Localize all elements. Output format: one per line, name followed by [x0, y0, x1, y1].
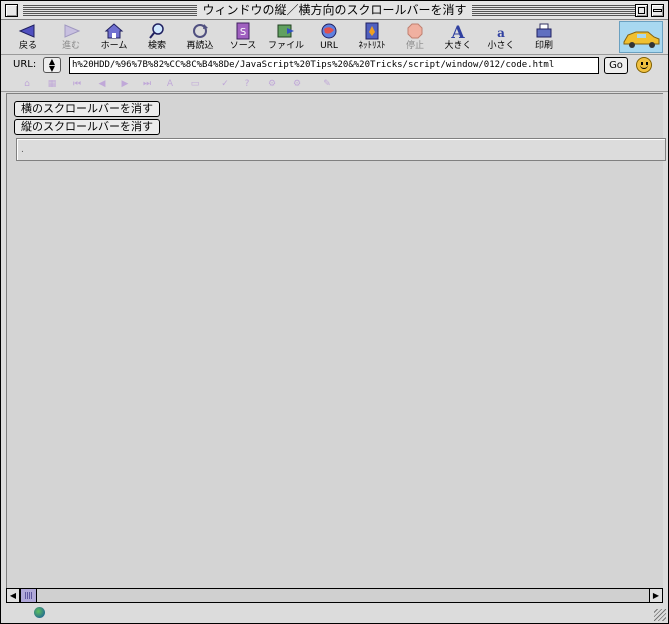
toolbar-label: ファイル — [267, 41, 304, 51]
title-bar[interactable]: ウィンドウの縦／横方向のスクロールバーを消す — [1, 1, 668, 20]
netlist-button[interactable]: ﾈｯﾄﾘｽﾄ — [352, 22, 392, 54]
fast-forward-small-icon[interactable]: ⏭ — [141, 79, 153, 89]
car-logo-icon — [623, 31, 660, 48]
svg-text:A: A — [450, 23, 465, 40]
reload-button[interactable]: 再読込 — [180, 22, 220, 54]
toolbar-label: URL — [320, 41, 338, 51]
reload-icon — [193, 24, 208, 38]
toolbar-label: ホーム — [100, 41, 128, 51]
window-title: ウィンドウの縦／横方向のスクロールバーを消す — [197, 3, 472, 17]
forward-small-icon[interactable]: ▶ — [119, 79, 131, 89]
home-small-icon[interactable]: ⌂ — [21, 79, 33, 89]
svg-text:S: S — [240, 27, 246, 38]
netlist-icon — [365, 22, 379, 40]
url-label: URL: — [13, 59, 37, 70]
home-icon — [104, 23, 124, 39]
smiley-icon[interactable] — [636, 57, 652, 73]
print-button[interactable]: 印刷 — [524, 22, 564, 54]
gear-small-icon[interactable]: ⚙ — [266, 79, 278, 89]
toolbar-label: ﾈｯﾄﾘｽﾄ — [358, 41, 386, 51]
larger-text-button[interactable]: A 大きく — [438, 22, 478, 54]
horizontal-scrollbar[interactable]: ◀ ▶ — [6, 588, 663, 603]
toolbar-label: 検索 — [147, 41, 166, 51]
hide-vertical-scrollbar-button[interactable]: 縦のスクロールバーを消す — [14, 119, 160, 135]
file-button[interactable]: ファイル — [266, 22, 306, 54]
back-button[interactable]: 戻る — [8, 22, 48, 54]
print-icon — [536, 23, 552, 38]
globe-icon — [34, 607, 45, 618]
check-small-icon[interactable]: ✓ — [219, 79, 231, 89]
scroll-right-arrow-icon[interactable]: ▶ — [649, 589, 662, 602]
toolbar-label: 戻る — [18, 41, 37, 51]
larger-text-icon: A — [450, 23, 465, 40]
hide-horizontal-scrollbar-button[interactable]: 横のスクロールバーを消す — [14, 101, 160, 117]
home-button[interactable]: ホーム — [94, 22, 134, 54]
scroll-left-arrow-icon[interactable]: ◀ — [7, 589, 20, 602]
source-icon: S — [236, 22, 250, 40]
tab-small-icon[interactable]: ▭ — [189, 79, 201, 89]
file-icon — [277, 24, 294, 38]
url-input[interactable]: h%20HDD/%96%7B%82%CC%8C%B4%8De/JavaScrip… — [69, 57, 599, 74]
help-small-icon[interactable]: ? — [241, 79, 253, 89]
search-button[interactable]: 検索 — [137, 22, 177, 54]
svg-text:a: a — [497, 26, 505, 40]
toolbar-label: 再読込 — [186, 41, 214, 51]
toolbar-label: 大きく — [444, 41, 472, 51]
source-button[interactable]: S ソース — [223, 22, 263, 54]
text-small-icon[interactable]: A — [164, 79, 176, 89]
smaller-text-icon: a — [497, 26, 505, 40]
page-textarea[interactable]: . — [16, 138, 666, 161]
secondary-toolbar: ⌂ ▦ ⏮ ◀ ▶ ⏭ A ▭ ✓ ? ⚙ ⚙ ✎ — [1, 76, 668, 92]
status-bar — [1, 604, 668, 623]
scroll-thumb[interactable] — [20, 589, 37, 602]
url-icon — [321, 23, 337, 39]
collapse-box-icon[interactable] — [651, 4, 664, 17]
grid-small-icon[interactable]: ▦ — [46, 79, 58, 89]
rewind-small-icon[interactable]: ⏮ — [71, 79, 83, 89]
toolbar-label: 印刷 — [534, 41, 553, 51]
browser-window: ウィンドウの縦／横方向のスクロールバーを消す 戻る 進む ホーム 検索 再読込 … — [0, 0, 669, 624]
url-button[interactable]: URL — [309, 22, 349, 54]
stop-button[interactable]: 停止 — [395, 22, 435, 54]
toolbar-label: 小さく — [487, 41, 515, 51]
search-icon — [149, 23, 164, 39]
pen-small-icon[interactable]: ✎ — [321, 79, 333, 89]
go-button[interactable]: Go — [604, 57, 628, 74]
zoom-box-icon[interactable] — [635, 4, 648, 17]
forward-button[interactable]: 進む — [51, 22, 91, 54]
stop-icon — [407, 23, 423, 39]
main-toolbar: 戻る 進む ホーム 検索 再読込 S ソース ファイル URL ﾈｯﾄﾘｽﾄ 停… — [1, 20, 668, 55]
toolbar-label: 停止 — [405, 41, 424, 51]
back-arrow-icon — [18, 24, 35, 38]
smaller-text-button[interactable]: a 小さく — [481, 22, 521, 54]
back-small-icon[interactable]: ◀ — [96, 79, 108, 89]
toolbar-label: ソース — [229, 41, 257, 51]
browser-logo[interactable] — [619, 21, 663, 53]
toolbar-label: 進む — [61, 41, 80, 51]
url-history-stepper[interactable]: ▲ ▼ — [43, 57, 61, 73]
resize-grip-icon[interactable] — [654, 609, 666, 621]
url-bar: URL: ▲ ▼ h%20HDD/%96%7B%82%CC%8C%B4%8De/J… — [1, 55, 668, 76]
forward-arrow-icon — [64, 24, 81, 38]
page-content: 横のスクロールバーを消す 縦のスクロールバーを消す . — [6, 93, 666, 588]
settings-small-icon[interactable]: ⚙ — [291, 79, 303, 89]
